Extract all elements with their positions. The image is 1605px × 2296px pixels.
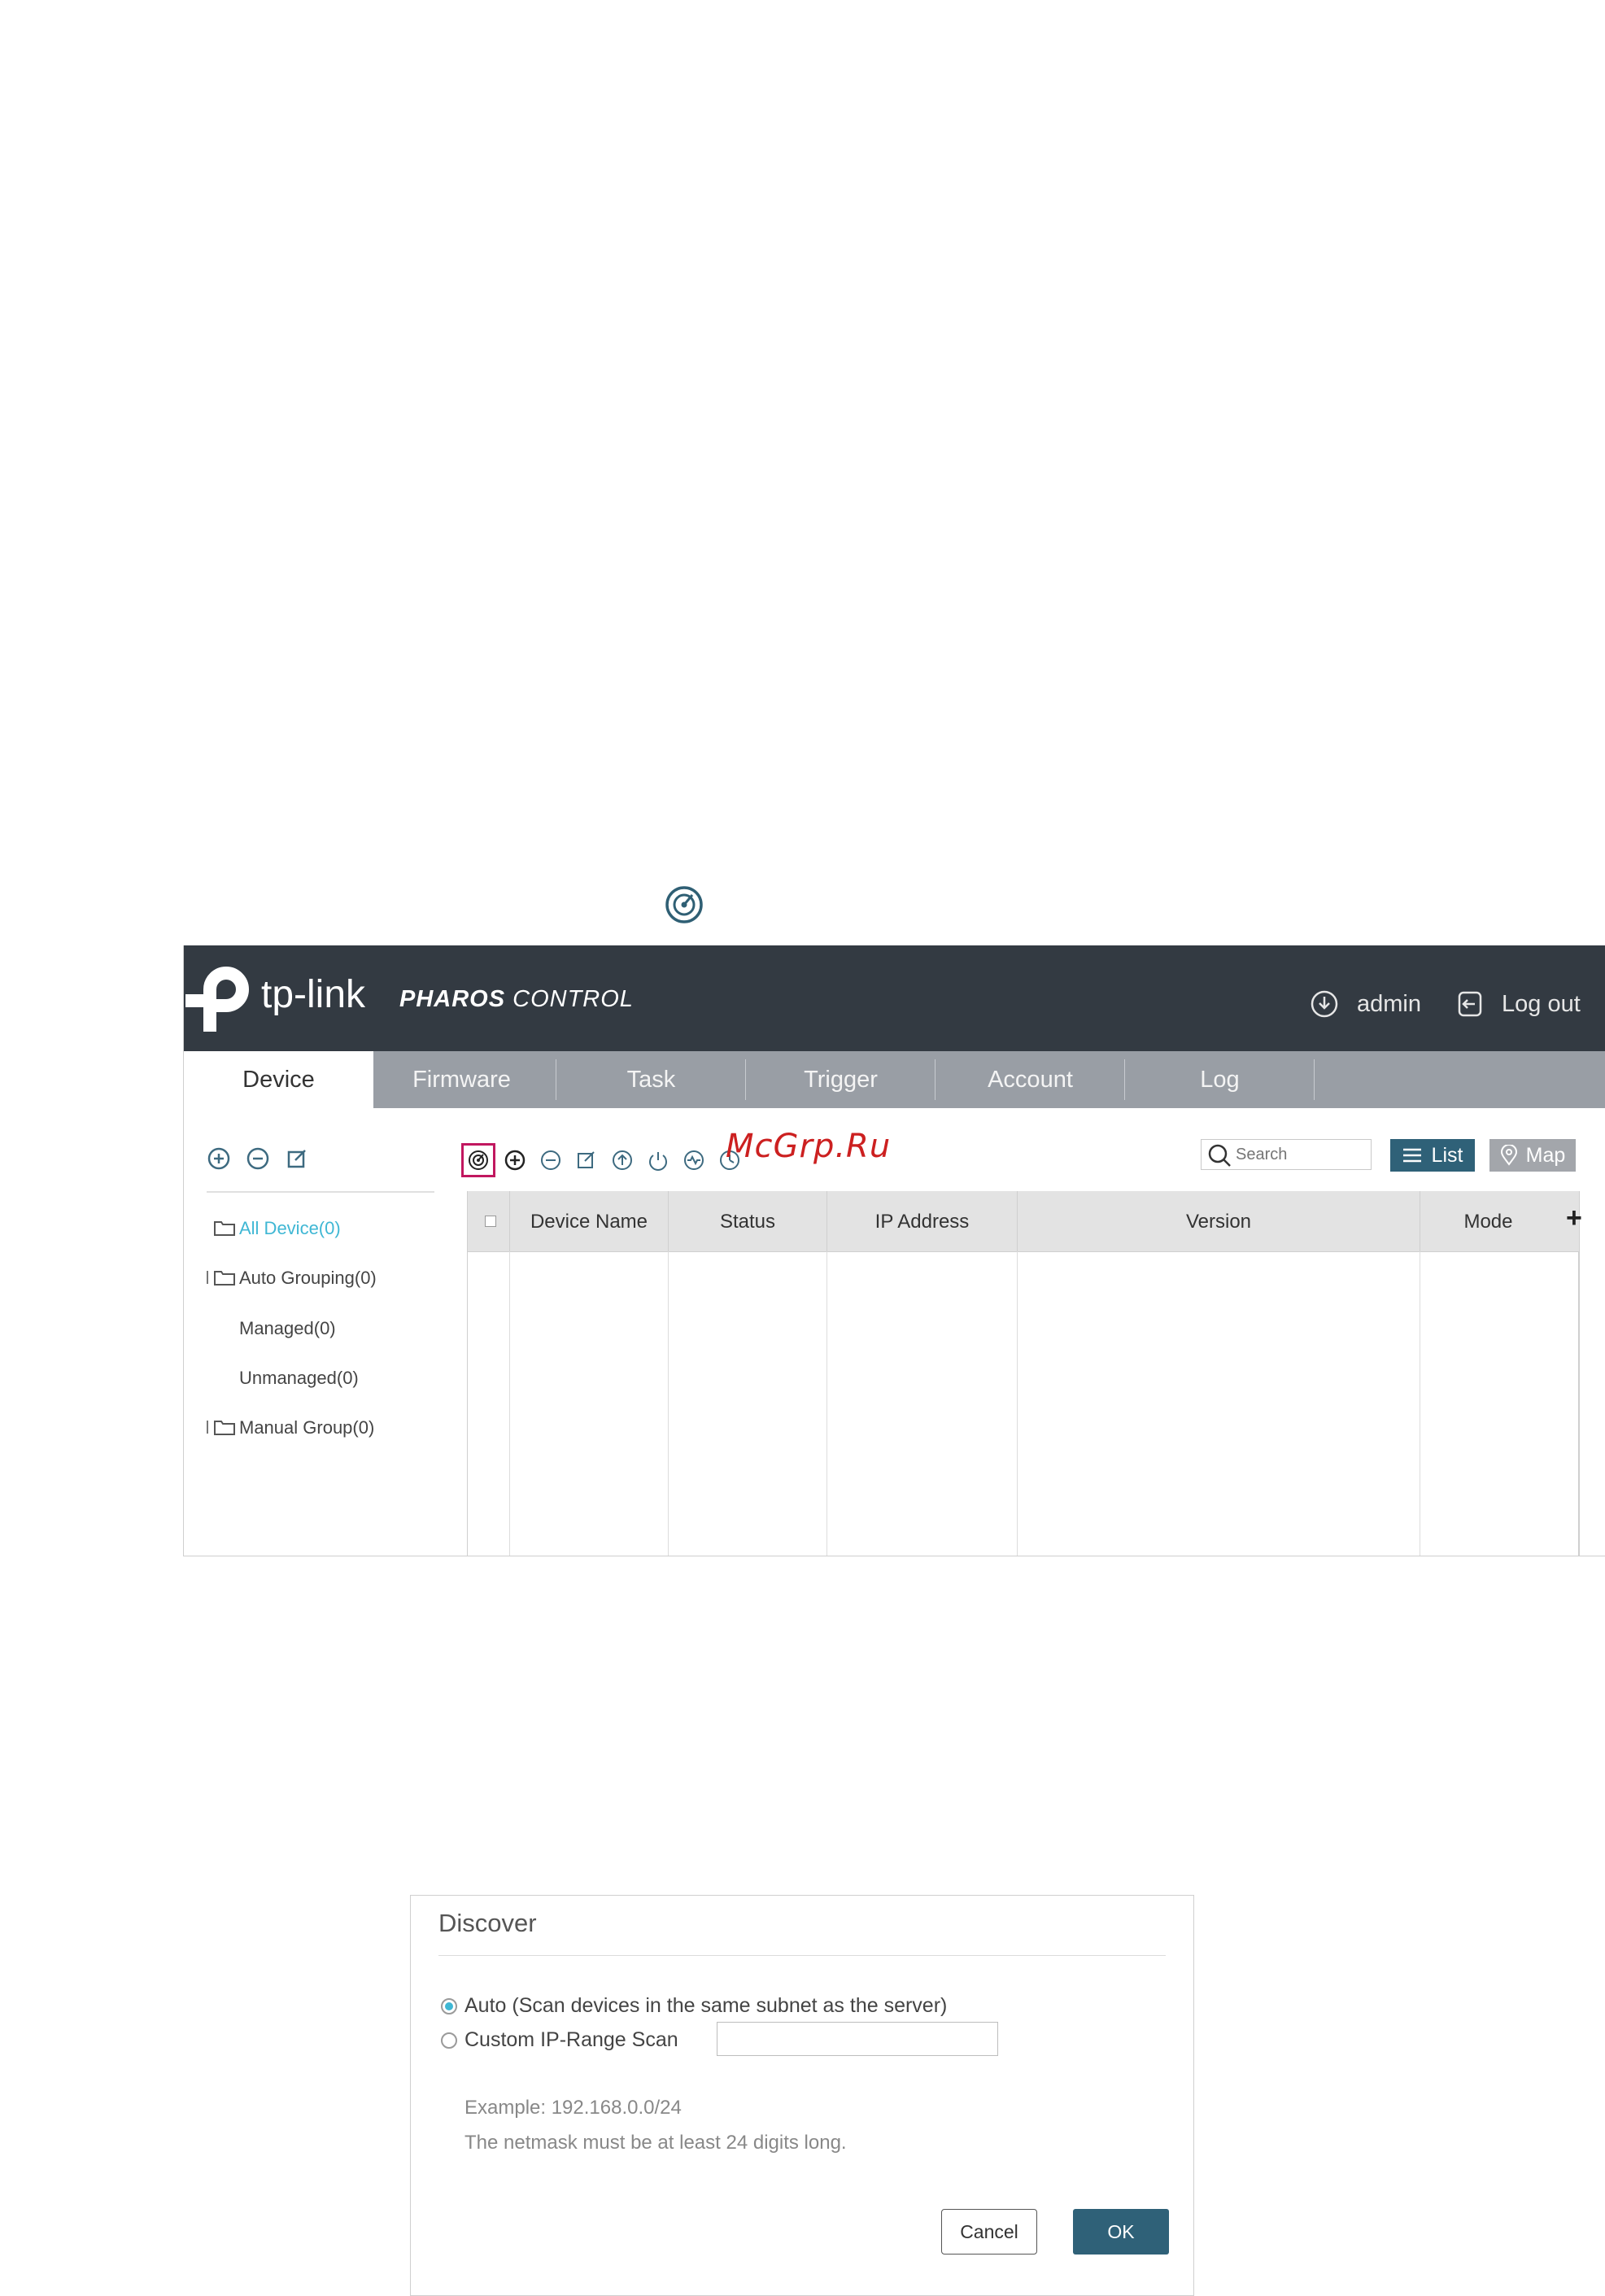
folder-icon: [213, 1219, 236, 1237]
map-label: Map: [1525, 1143, 1566, 1167]
expand-marker[interactable]: [207, 1421, 208, 1434]
radio-custom[interactable]: [441, 2032, 457, 2049]
search-icon: [1206, 1142, 1232, 1168]
example-hint: Example: 192.168.0.0/24: [464, 2097, 682, 2119]
cancel-button[interactable]: Cancel: [941, 2209, 1037, 2255]
search-box[interactable]: [1201, 1139, 1372, 1170]
table-header: Device Name Status IP Address Version Mo…: [468, 1191, 1582, 1252]
ip-range-input[interactable]: [717, 2022, 998, 2056]
tab-trigger[interactable]: Trigger: [746, 1051, 936, 1108]
dialog-title: Discover: [438, 1909, 537, 1937]
column-divider: [509, 1251, 510, 1556]
radio-auto[interactable]: [441, 1998, 457, 2014]
column-divider: [1017, 1251, 1018, 1556]
discover-button[interactable]: [461, 1143, 495, 1177]
tab-firmware[interactable]: Firmware: [367, 1051, 556, 1108]
tab-task[interactable]: Task: [556, 1051, 746, 1108]
radio-auto-label[interactable]: Auto (Scan devices in the same subnet as…: [464, 1994, 947, 2018]
folder-icon: [213, 1418, 236, 1436]
edit-device-icon[interactable]: [574, 1148, 599, 1172]
tp-link-logo-icon: [185, 962, 260, 1037]
dialog-divider: [438, 1955, 1166, 1956]
column-divider: [668, 1251, 669, 1556]
tab-log[interactable]: Log: [1125, 1051, 1315, 1108]
logout-button[interactable]: Log out: [1502, 991, 1581, 1018]
column-version[interactable]: Version: [1018, 1191, 1420, 1251]
column-device-name[interactable]: Device Name: [510, 1191, 669, 1251]
logout-icon[interactable]: [1455, 989, 1485, 1019]
discover-icon: [468, 1150, 489, 1171]
map-pin-icon: [1500, 1145, 1518, 1166]
netmask-hint: The netmask must be at least 24 digits l…: [464, 2132, 847, 2154]
main-tabs: Device Firmware Task Trigger Account Log: [184, 1051, 1605, 1108]
folder-icon: [213, 1268, 236, 1286]
select-all-cell: [468, 1191, 510, 1251]
column-ip-address[interactable]: IP Address: [827, 1191, 1018, 1251]
add-column-button[interactable]: +: [1566, 1203, 1582, 1234]
watermark: McGrp.Ru: [726, 1128, 892, 1165]
tree-item-unmanaged[interactable]: Unmanaged(0): [239, 1368, 359, 1389]
user-icon[interactable]: [1310, 989, 1339, 1019]
tree-item-managed[interactable]: Managed(0): [239, 1318, 336, 1339]
column-divider: [826, 1251, 827, 1556]
remove-device-icon[interactable]: [539, 1148, 563, 1172]
list-icon: [1402, 1147, 1422, 1163]
column-mode[interactable]: Mode: [1420, 1191, 1556, 1251]
select-all-checkbox[interactable]: [485, 1216, 496, 1227]
radio-custom-label[interactable]: Custom IP-Range Scan: [464, 2028, 678, 2052]
list-view-button[interactable]: List: [1390, 1139, 1475, 1172]
top-bar: tp-link PHAROS CONTROL admin Log out: [184, 945, 1605, 1051]
ok-button[interactable]: OK: [1073, 2209, 1169, 2255]
edit-group-icon[interactable]: [285, 1146, 309, 1171]
list-label: List: [1431, 1143, 1463, 1167]
product-name: PHAROS CONTROL: [399, 986, 634, 1012]
tab-account[interactable]: Account: [936, 1051, 1125, 1108]
add-device-icon[interactable]: [503, 1148, 527, 1172]
tree-item-all-device[interactable]: All Device(0): [239, 1218, 341, 1239]
tab-device[interactable]: Device: [184, 1051, 373, 1108]
monitor-icon[interactable]: [682, 1148, 706, 1172]
add-group-icon[interactable]: [207, 1146, 231, 1171]
expand-marker[interactable]: [207, 1271, 208, 1284]
tree-item-auto-grouping[interactable]: Auto Grouping(0): [239, 1268, 377, 1289]
column-status[interactable]: Status: [669, 1191, 827, 1251]
search-input[interactable]: [1236, 1141, 1366, 1168]
logo-text: tp-link: [261, 973, 366, 1016]
map-view-button[interactable]: Map: [1489, 1139, 1576, 1172]
remove-group-icon[interactable]: [246, 1146, 270, 1171]
upgrade-icon[interactable]: [610, 1148, 635, 1172]
app-window: tp-link PHAROS CONTROL admin Log out Dev…: [183, 945, 1605, 1556]
user-name[interactable]: admin: [1357, 991, 1421, 1018]
discover-dialog: Discover Auto (Scan devices in the same …: [410, 1895, 1194, 2296]
tree-item-manual-group[interactable]: Manual Group(0): [239, 1417, 374, 1438]
reboot-icon[interactable]: [646, 1148, 670, 1172]
sidebar-divider: [207, 1191, 434, 1193]
discover-icon: [665, 885, 704, 924]
device-table: Device Name Status IP Address Version Mo…: [467, 1191, 1582, 1556]
